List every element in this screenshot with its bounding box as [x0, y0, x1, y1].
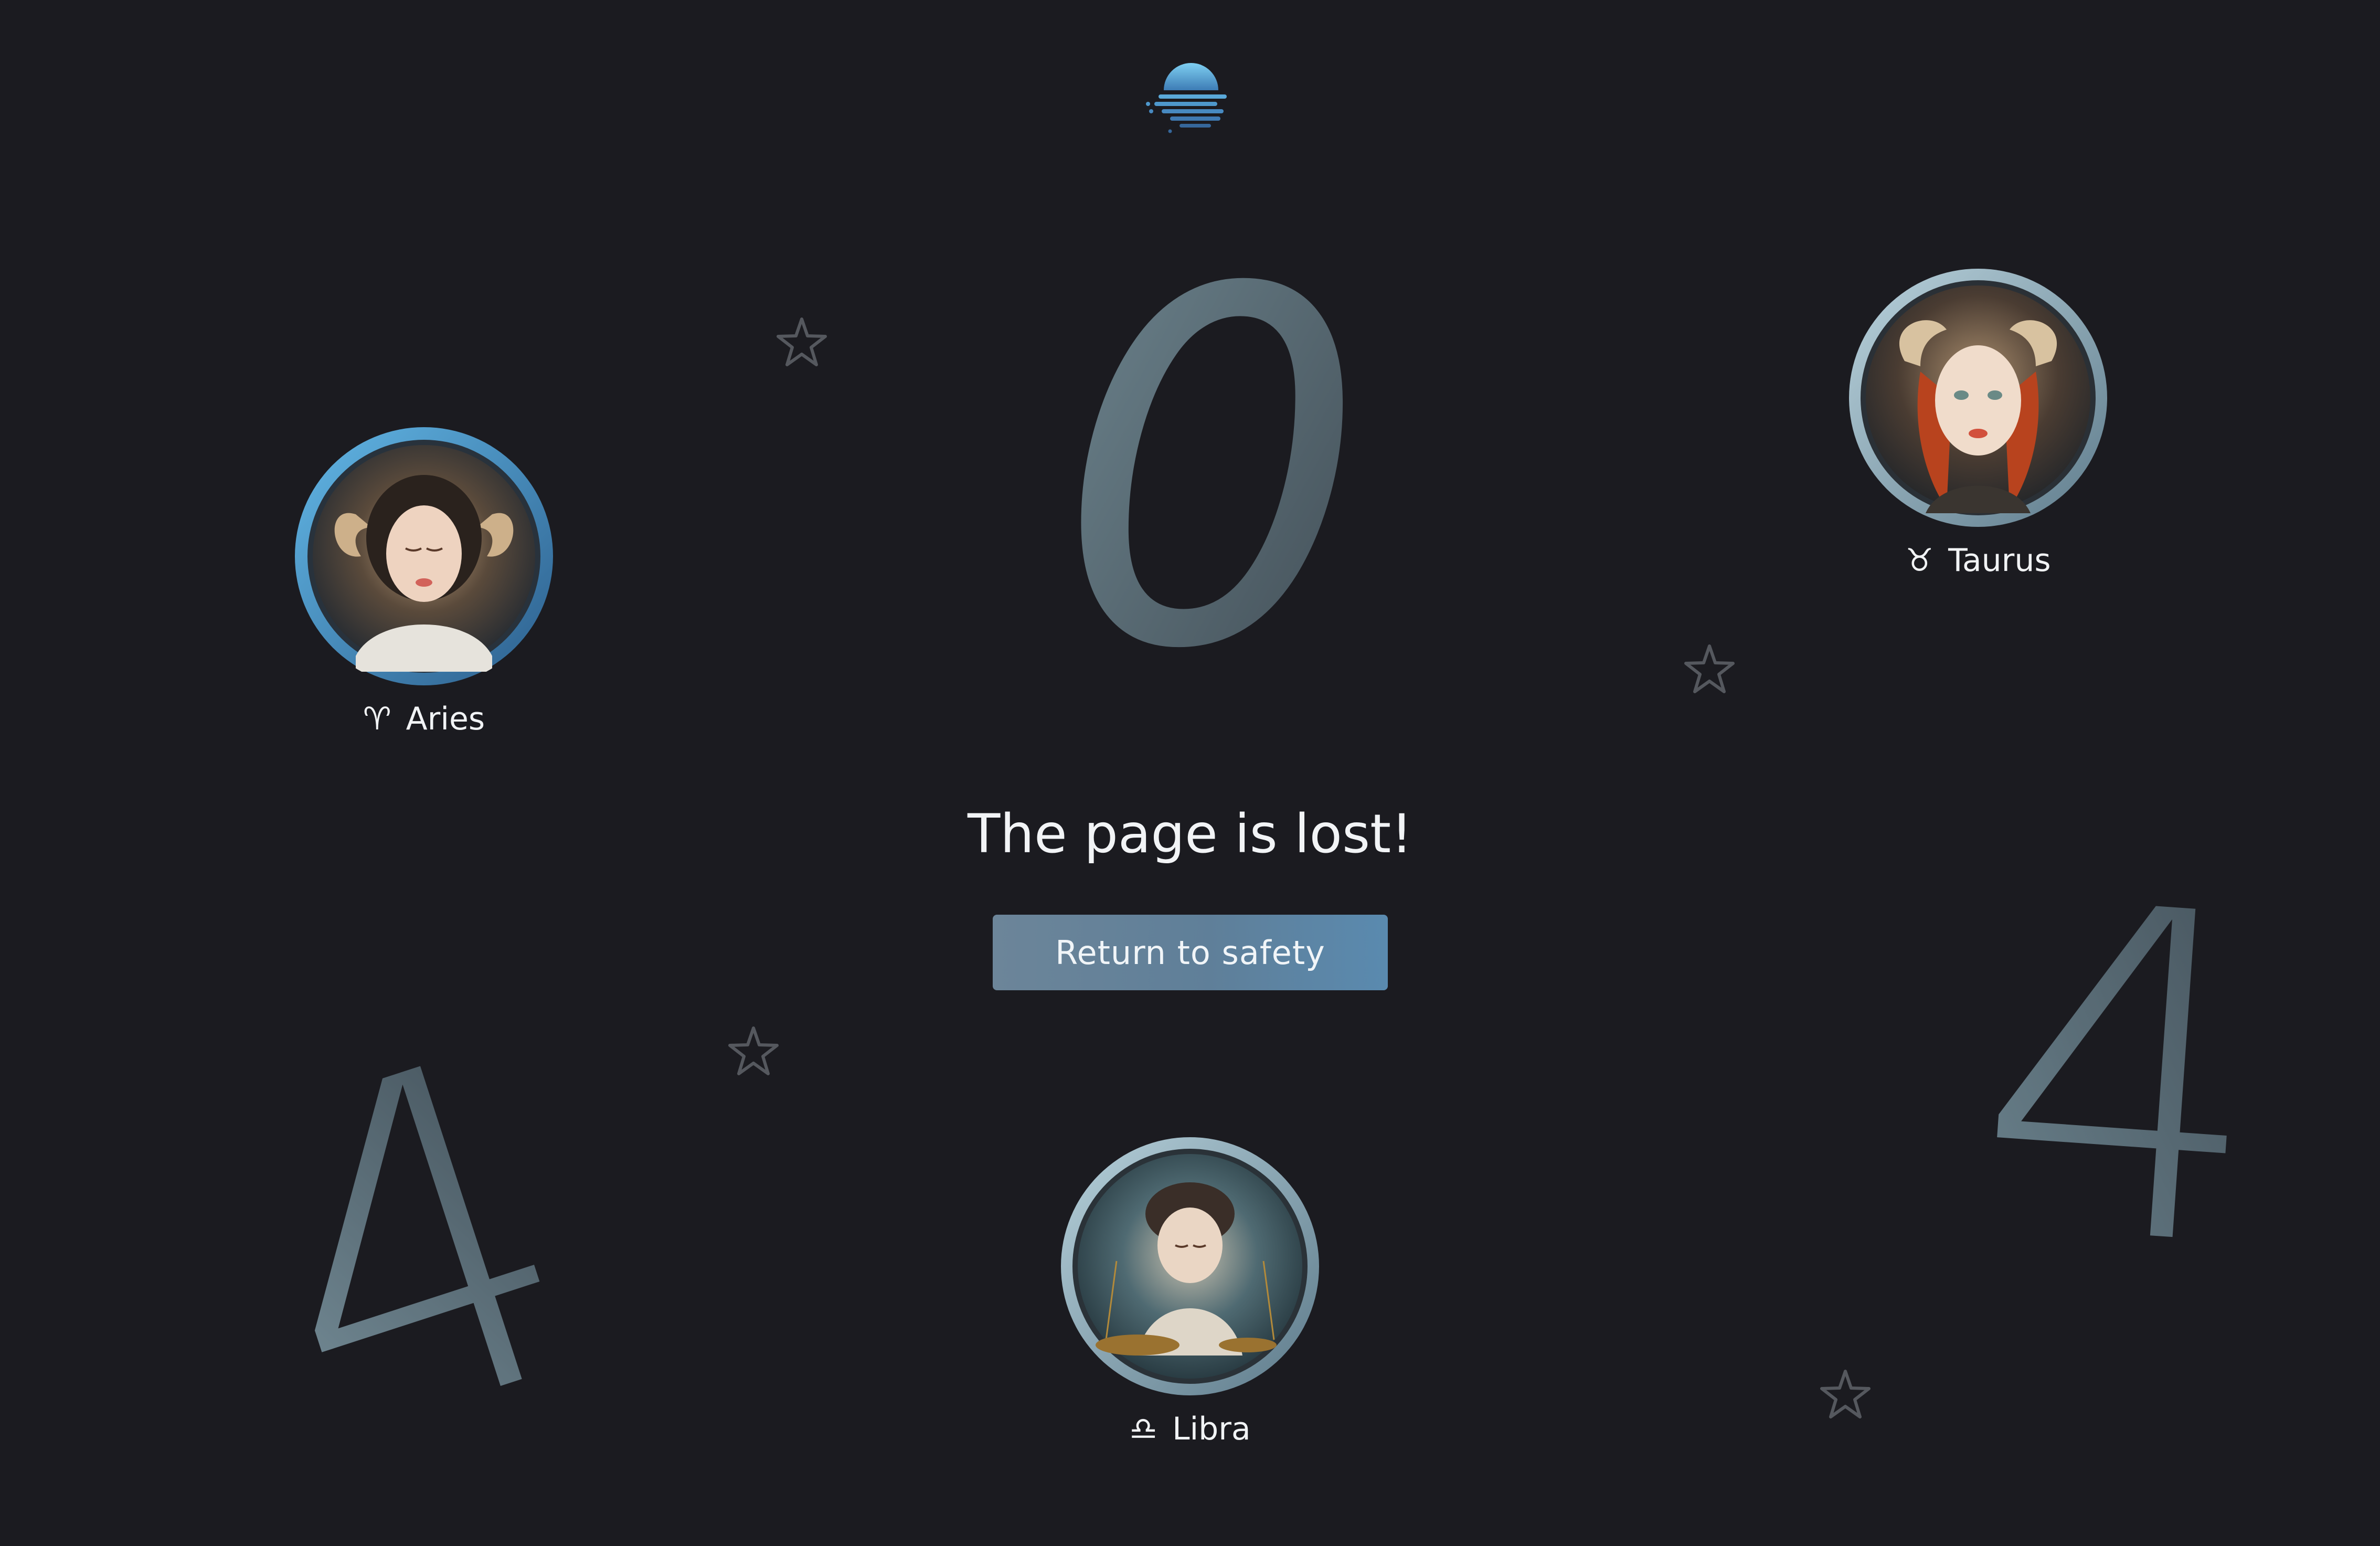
avatar-libra[interactable]: [1059, 1135, 1321, 1397]
return-to-safety-button[interactable]: Return to safety: [993, 915, 1388, 990]
svg-text:4: 4: [226, 997, 593, 1459]
sign-label-aries: ♈︎ Aries: [363, 701, 485, 737]
star-icon: [1684, 644, 1735, 693]
page-title: The page is lost!: [968, 803, 1412, 865]
error-digit-last: 4: [1941, 819, 2309, 1280]
svg-text:0: 0: [1057, 252, 1367, 672]
moon-horizon-logo-icon[interactable]: [1143, 58, 1237, 142]
not-found-page: 0 4 4 The page is lost! Return to safety…: [0, 0, 2380, 1546]
star-icon: [728, 1026, 779, 1075]
aries-glyph-icon: ♈︎: [363, 701, 391, 737]
error-digit-middle: 0: [1028, 252, 1396, 672]
star-icon: [1820, 1370, 1871, 1418]
sign-label-taurus: ♉︎ Taurus: [1905, 542, 2051, 579]
taurus-glyph-icon: ♉︎: [1905, 542, 1934, 579]
svg-text:4: 4: [1962, 819, 2285, 1280]
star-icon: [777, 317, 827, 366]
sign-label-libra: ♎︎ Libra: [1129, 1411, 1251, 1447]
error-digit-first: 4: [226, 997, 593, 1459]
libra-glyph-icon: ♎︎: [1129, 1411, 1158, 1447]
avatar-taurus[interactable]: [1847, 267, 2109, 529]
avatar-aries[interactable]: [293, 425, 555, 687]
